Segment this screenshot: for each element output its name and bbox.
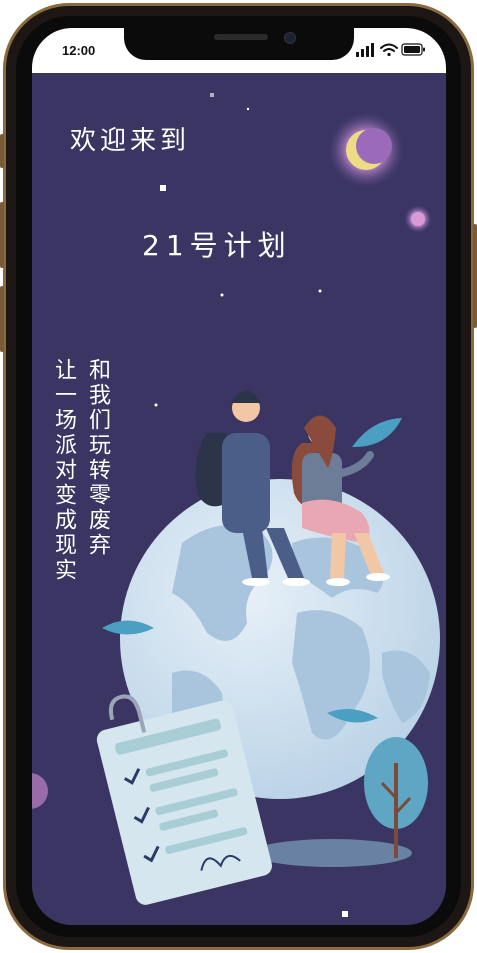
notch: [124, 28, 354, 60]
signal-icon: [356, 43, 374, 57]
side-button-left-2: [0, 202, 4, 268]
moon-planet: [328, 112, 404, 188]
app-screen: 12:00 欢迎来到 21号计划 和我们玩转零废弃 让一场派对变成现实: [32, 28, 446, 925]
speaker: [214, 34, 268, 40]
page-title: 21号计划: [142, 229, 292, 262]
slogan-left-column: 让一场派对变成现实: [51, 358, 76, 583]
small-planet: [404, 205, 432, 233]
side-button-left-3: [0, 286, 4, 352]
wifi-icon: [380, 43, 398, 57]
battery-icon: [401, 43, 425, 56]
status-time: 12:00: [62, 43, 96, 58]
status-bar: 12:00: [32, 28, 446, 73]
camera-icon: [284, 32, 296, 44]
slogan-right-column: 和我们玩转零废弃: [85, 358, 110, 558]
left-planet: [32, 773, 48, 809]
power-button: [473, 224, 477, 328]
tree: [364, 737, 428, 858]
welcome-text: 欢迎来到: [70, 126, 191, 156]
side-button-left-1: [0, 134, 4, 168]
